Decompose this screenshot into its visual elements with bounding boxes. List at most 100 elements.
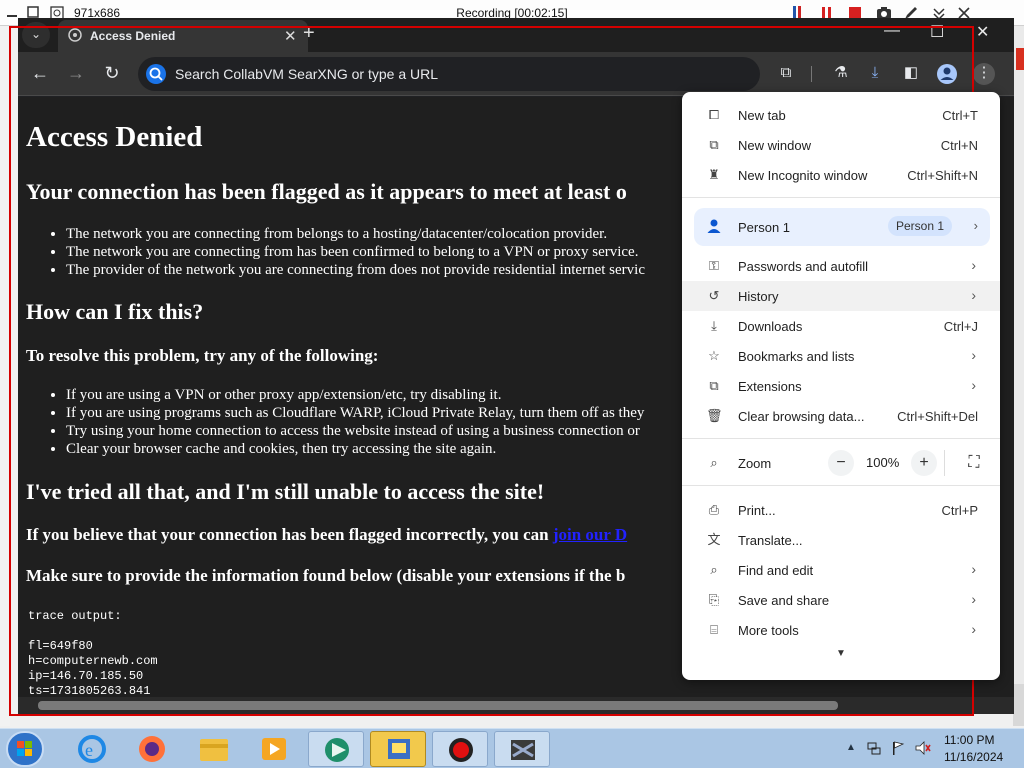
- list-item: If you are using programs such as Cloudf…: [66, 404, 644, 422]
- new-window-icon: ⧉: [709, 137, 719, 152]
- menu-item-clear-data[interactable]: 🗑 Clear browsing data... Ctrl+Shift+Del: [682, 401, 1000, 431]
- chrome-taskbar-button[interactable]: [308, 731, 364, 767]
- network-icon[interactable]: [866, 740, 882, 761]
- extension-puzzle-icon: ⧉: [709, 378, 719, 393]
- forward-button[interactable]: →: [64, 62, 88, 86]
- menu-shortcut: Ctrl+Shift+N: [907, 168, 978, 183]
- page-favicon-icon: [68, 28, 82, 45]
- video-editor-icon[interactable]: [494, 731, 550, 767]
- trace-line: ip=146.70.185.50: [28, 669, 144, 683]
- tab-access-denied[interactable]: Access Denied ✕: [58, 20, 308, 52]
- internet-explorer-icon[interactable]: e: [64, 731, 120, 767]
- menu-scroll-down-icon[interactable]: ▼: [836, 648, 846, 659]
- menu-item-new-tab[interactable]: ⧠ New tab Ctrl+T: [682, 100, 1000, 130]
- menu-item-person[interactable]: Person 1 Person 1 ›: [694, 208, 990, 246]
- screen-recorder-app-icon[interactable]: [370, 731, 426, 767]
- list-item: Try using your home connection to access…: [66, 422, 644, 440]
- flag-icon[interactable]: [890, 740, 906, 761]
- list-item: The provider of the network you are conn…: [66, 261, 645, 279]
- save-icon: ⎘: [708, 592, 720, 607]
- window-minimize-icon[interactable]: —: [884, 22, 900, 40]
- menu-item-translate[interactable]: 文 Translate...: [682, 525, 1000, 555]
- menu-item-new-window[interactable]: ⧉ New window Ctrl+N: [682, 130, 1000, 160]
- clock-time[interactable]: 11:00 PM: [944, 733, 994, 747]
- menu-item-bookmarks[interactable]: ☆ Bookmarks and lists ›: [682, 341, 1000, 371]
- chevron-right-icon: ›: [971, 591, 976, 607]
- address-placeholder: Search CollabVM SearXNG or type a URL: [175, 66, 438, 82]
- tray-expand-icon[interactable]: ▲: [846, 742, 856, 753]
- menu-label: Zoom: [738, 456, 772, 471]
- record-button-icon[interactable]: [432, 731, 488, 767]
- download-icon[interactable]: ⤓: [864, 63, 886, 85]
- menu-label: Print...: [738, 503, 776, 518]
- media-player-icon[interactable]: [246, 731, 302, 767]
- start-button[interactable]: [6, 731, 44, 767]
- firefox-icon[interactable]: [124, 731, 180, 767]
- menu-item-print[interactable]: ⎙ Print... Ctrl+P: [682, 495, 1000, 525]
- horizontal-scrollbar[interactable]: [18, 697, 1014, 714]
- desktop-left-edge: [0, 26, 10, 726]
- window-maximize-icon[interactable]: ☐: [930, 22, 944, 42]
- zoom-divider: [944, 450, 945, 476]
- back-button[interactable]: ←: [28, 62, 52, 86]
- zoom-icon: ⌕: [710, 455, 718, 470]
- menu-item-downloads[interactable]: ⤓ Downloads Ctrl+J: [682, 311, 1000, 341]
- trace-output: trace output: fl=649f80 h=computernewb.co…: [28, 609, 158, 697]
- menu-label: Downloads: [738, 319, 803, 334]
- star-icon: ☆: [708, 348, 720, 363]
- discord-link[interactable]: join our D: [553, 525, 627, 544]
- chevron-right-icon: ›: [973, 218, 978, 233]
- menu-item-history[interactable]: ↺ History ›: [682, 281, 1000, 311]
- scrollbar-thumb[interactable]: [38, 701, 838, 710]
- translate-icon: 文: [707, 532, 721, 547]
- find-icon: ⌕: [710, 562, 718, 577]
- menu-item-save-share[interactable]: ⎘ Save and share ›: [682, 585, 1000, 615]
- menu-item-more-tools[interactable]: ⌸ More tools ›: [682, 615, 1000, 645]
- reload-button[interactable]: ↻: [100, 62, 124, 86]
- zoom-in-button[interactable]: +: [911, 450, 937, 476]
- browser-toolbar: ← → ↻ Search CollabVM SearXNG or type a …: [18, 52, 1014, 96]
- list-item: The network you are connecting from has …: [66, 243, 645, 261]
- menu-item-find-edit[interactable]: ⌕ Find and edit ›: [682, 555, 1000, 585]
- menu-shortcut: Ctrl+N: [940, 138, 978, 153]
- person-badge: Person 1: [887, 216, 952, 236]
- menu-kebab-icon[interactable]: ⋮: [973, 63, 995, 85]
- tab-search-button[interactable]: ⌄: [22, 22, 50, 48]
- address-bar[interactable]: Search CollabVM SearXNG or type a URL: [138, 57, 760, 91]
- trace-label: trace output:: [28, 609, 122, 623]
- trash-icon: 🗑: [706, 408, 723, 423]
- tab-close-icon[interactable]: ✕: [284, 27, 297, 45]
- new-tab-icon: ⧠: [708, 107, 720, 122]
- key-icon: ⚿: [709, 258, 719, 273]
- lab-flask-icon[interactable]: ⚗: [830, 63, 852, 85]
- menu-item-passwords[interactable]: ⚿ Passwords and autofill ›: [682, 251, 1000, 281]
- profile-avatar-icon[interactable]: [936, 63, 958, 85]
- printer-icon: ⎙: [708, 502, 720, 517]
- menu-label: History: [738, 289, 779, 304]
- list-item: If you are using a VPN or other proxy ap…: [66, 386, 644, 404]
- history-icon: ↺: [708, 288, 720, 303]
- side-panel-icon[interactable]: ◧: [900, 63, 922, 85]
- volume-muted-icon[interactable]: [914, 740, 932, 761]
- menu-label: New window: [738, 138, 811, 153]
- clock-date[interactable]: 11/16/2024: [944, 750, 1003, 764]
- chevron-right-icon: ›: [971, 621, 976, 637]
- download-icon: ⤓: [711, 318, 717, 333]
- menu-label: Extensions: [738, 379, 802, 394]
- list-item: The network you are connecting from belo…: [66, 225, 645, 243]
- menu-label: Passwords and autofill: [738, 259, 869, 274]
- zoom-out-button[interactable]: −: [828, 450, 854, 476]
- menu-label: Bookmarks and lists: [738, 349, 855, 364]
- menu-label: Save and share: [738, 593, 830, 608]
- extension-puzzle-icon[interactable]: ⧉: [775, 63, 797, 85]
- menu-label: New tab: [738, 108, 786, 123]
- zoom-level: 100%: [866, 455, 900, 470]
- window-close-icon[interactable]: ✕: [976, 22, 989, 42]
- menu-shortcut: Ctrl+P: [941, 503, 978, 518]
- menu-divider: [682, 485, 1000, 486]
- new-tab-button[interactable]: +: [303, 22, 315, 45]
- fullscreen-button[interactable]: ⛶: [961, 450, 987, 476]
- file-explorer-icon[interactable]: [186, 731, 242, 767]
- menu-item-incognito[interactable]: ♜ New Incognito window Ctrl+Shift+N: [682, 160, 1000, 190]
- menu-item-extensions[interactable]: ⧉ Extensions ›: [682, 371, 1000, 401]
